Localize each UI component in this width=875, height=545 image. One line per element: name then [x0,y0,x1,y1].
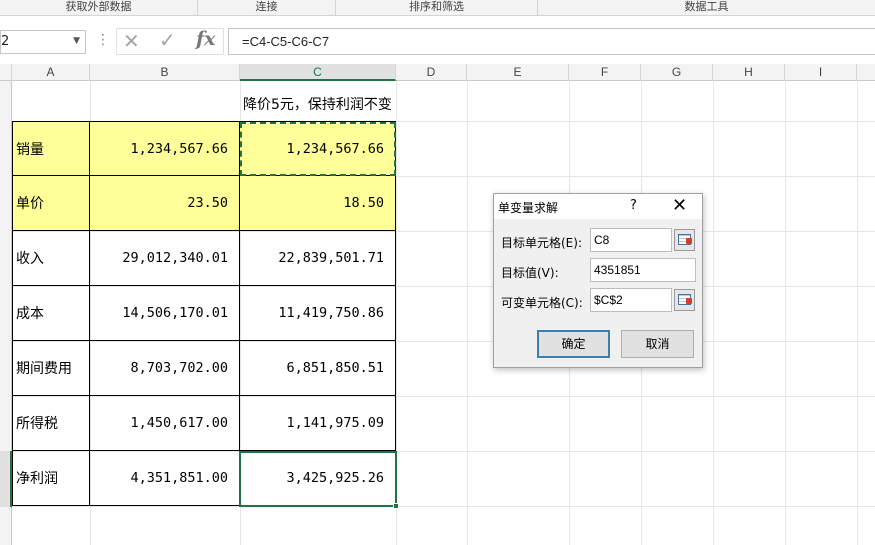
row-header-selected[interactable] [0,451,12,507]
column-header-i[interactable]: I [785,64,857,81]
chevron-down-icon[interactable]: ▼ [73,36,80,46]
cancel-icon[interactable]: ✕ [123,29,140,53]
formula-input[interactable]: =C4-C5-C6-C7 [228,28,875,55]
formula-text: =C4-C5-C6-C7 [242,34,330,49]
column-header-d[interactable]: D [396,64,467,81]
help-icon[interactable]: ? [630,198,637,213]
active-cell[interactable] [239,451,397,507]
target-value-label: 目标值(V): [501,266,559,280]
changing-cell-input[interactable]: $C$2 [590,288,672,312]
row-label[interactable]: 销量 [12,121,90,176]
dialog-titlebar[interactable]: 单变量求解 ? ✕ [494,194,702,219]
target-cell-input[interactable]: C8 [590,228,672,252]
column-header-c[interactable]: C [240,64,396,81]
row-label[interactable]: 单价 [12,176,90,231]
cell-value-c[interactable]: 11,419,750.86 [240,286,396,341]
column-header-e[interactable]: E [467,64,569,81]
ribbon-group-data-tools: 数据工具 [684,0,729,13]
target-value-input[interactable]: 4351851 [590,258,696,282]
more-options-icon[interactable]: ⋮ [96,32,110,48]
target-cell-label: 目标单元格(E): [501,236,582,250]
gridline-vertical [467,81,468,545]
close-icon[interactable]: ✕ [672,195,687,217]
cell-value-c[interactable]: 22,839,501.71 [240,231,396,286]
range-picker-icon[interactable] [674,289,695,311]
cell-value-b[interactable]: 8,703,702.00 [90,341,240,396]
sheet-title[interactable]: 降价5元，保持利润不变 [243,94,392,114]
ribbon-group-bar: 获取外部数据 连接 排序和筛选 数据工具 [0,0,875,16]
dialog-title: 单变量求解 [498,201,559,215]
enter-icon[interactable]: ✓ [159,28,176,52]
select-all-corner[interactable] [0,64,12,81]
cell-value-b[interactable]: 4,351,851.00 [90,451,240,506]
column-header-h[interactable]: H [713,64,785,81]
changing-cell-label: 可变单元格(C): [501,296,583,310]
column-header-g[interactable]: G [641,64,713,81]
cell-value-c[interactable]: 18.50 [240,176,396,231]
ribbon-group-connections: 连接 [198,0,336,16]
goal-seek-dialog: 单变量求解 ? ✕ 目标单元格(E): C8 目标值(V): 4351851 可… [493,193,703,368]
cell-value-b[interactable]: 23.50 [90,176,240,231]
column-header-b[interactable]: B [90,64,240,81]
ribbon-group-sort-filter: 排序和筛选 [336,0,538,16]
cell-value-b[interactable]: 1,234,567.66 [90,121,240,176]
row-label[interactable]: 成本 [12,286,90,341]
fill-handle[interactable] [393,503,399,509]
cell-value-c[interactable]: 1,141,975.09 [240,396,396,451]
range-picker-icon[interactable] [674,229,695,251]
cell-value-b[interactable]: 29,012,340.01 [90,231,240,286]
cell-value-b[interactable]: 1,450,617.00 [90,396,240,451]
name-box[interactable]: 2 ▼ [0,30,86,54]
gridline-vertical [785,81,786,545]
formula-bar: 2 ▼ ⋮ ✕ ✓ fx =C4-C5-C6-C7 [0,16,875,64]
name-box-value: 2 [1,34,10,49]
row-label[interactable]: 收入 [12,231,90,286]
gridline-vertical [857,81,858,545]
copy-marquee [240,122,396,176]
row-label[interactable]: 净利润 [12,451,90,506]
cancel-button[interactable]: 取消 [621,330,694,358]
cell-value-c[interactable]: 6,851,850.51 [240,341,396,396]
ok-button[interactable]: 确定 [537,330,610,358]
cell-value-b[interactable]: 14,506,170.01 [90,286,240,341]
row-label[interactable]: 期间费用 [12,341,90,396]
row-label[interactable]: 所得税 [12,396,90,451]
function-icon[interactable]: fx [196,28,216,50]
ribbon-group-get-external-data: 获取外部数据 [0,0,198,16]
column-header-a[interactable]: A [12,64,90,81]
column-header-f[interactable]: F [569,64,641,81]
gridline-horizontal [12,506,875,507]
column-headers: A B C D E F G H I [0,64,875,81]
gridline-vertical [713,81,714,545]
